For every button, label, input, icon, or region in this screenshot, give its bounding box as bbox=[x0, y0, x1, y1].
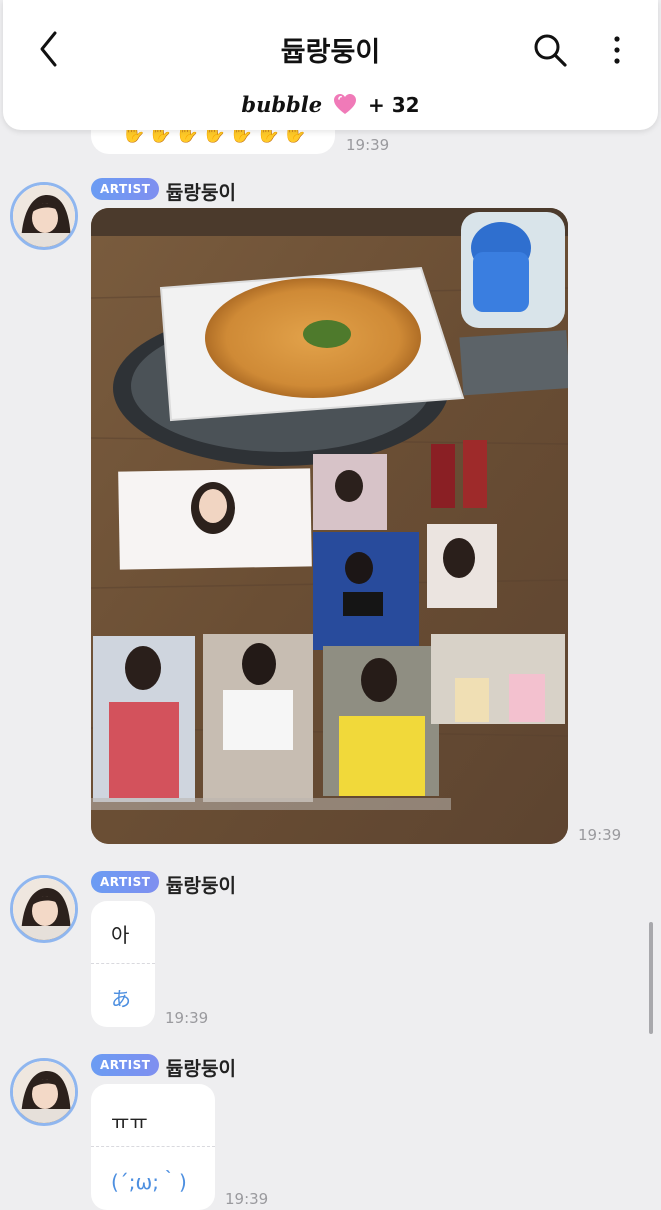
translation-divider bbox=[91, 1146, 215, 1147]
text-message-bubble[interactable]: 아 あ bbox=[91, 901, 155, 1027]
artist-avatar[interactable] bbox=[10, 875, 78, 943]
plus-count: + 32 bbox=[368, 93, 420, 117]
scrollbar[interactable] bbox=[649, 922, 653, 1034]
search-icon bbox=[534, 34, 567, 67]
artist-badge: ARTIST bbox=[91, 871, 160, 893]
sender-name: 듑랑둥이 bbox=[166, 1058, 236, 1080]
artist-badge: ARTIST bbox=[91, 1054, 160, 1076]
sender-name: 듑랑둥이 bbox=[166, 875, 236, 897]
more-options-button[interactable] bbox=[607, 30, 627, 70]
message-translation: あ bbox=[111, 987, 131, 1011]
sender-name: 듑랑둥이 bbox=[166, 182, 236, 204]
heart-icon bbox=[333, 93, 357, 120]
artist-badge: ARTIST bbox=[91, 178, 160, 200]
subscriber-count-row: bubble + 32 bbox=[3, 92, 658, 120]
artist-avatar[interactable] bbox=[10, 182, 78, 250]
photo-message[interactable] bbox=[91, 208, 568, 844]
message-time: 19:39 bbox=[225, 1190, 269, 1208]
message-translation: (´;ω;｀) bbox=[111, 1170, 187, 1194]
message-text: 아 bbox=[111, 923, 130, 947]
text-message-bubble[interactable]: ㅠㅠ (´;ω;｀) bbox=[91, 1084, 215, 1210]
chat-header: 듑랑둥이 bubble + 32 bbox=[3, 0, 658, 130]
message-time: 19:39 bbox=[346, 136, 390, 154]
message-text: ㅠㅠ bbox=[111, 1110, 148, 1134]
bubble-logo-text: bubble bbox=[241, 92, 323, 117]
message-time: 19:39 bbox=[578, 826, 622, 844]
artist-avatar[interactable] bbox=[10, 1058, 78, 1126]
message-time: 19:39 bbox=[165, 1009, 209, 1027]
translation-divider bbox=[91, 963, 155, 964]
more-vertical-icon bbox=[614, 36, 620, 64]
search-button[interactable] bbox=[531, 31, 569, 69]
